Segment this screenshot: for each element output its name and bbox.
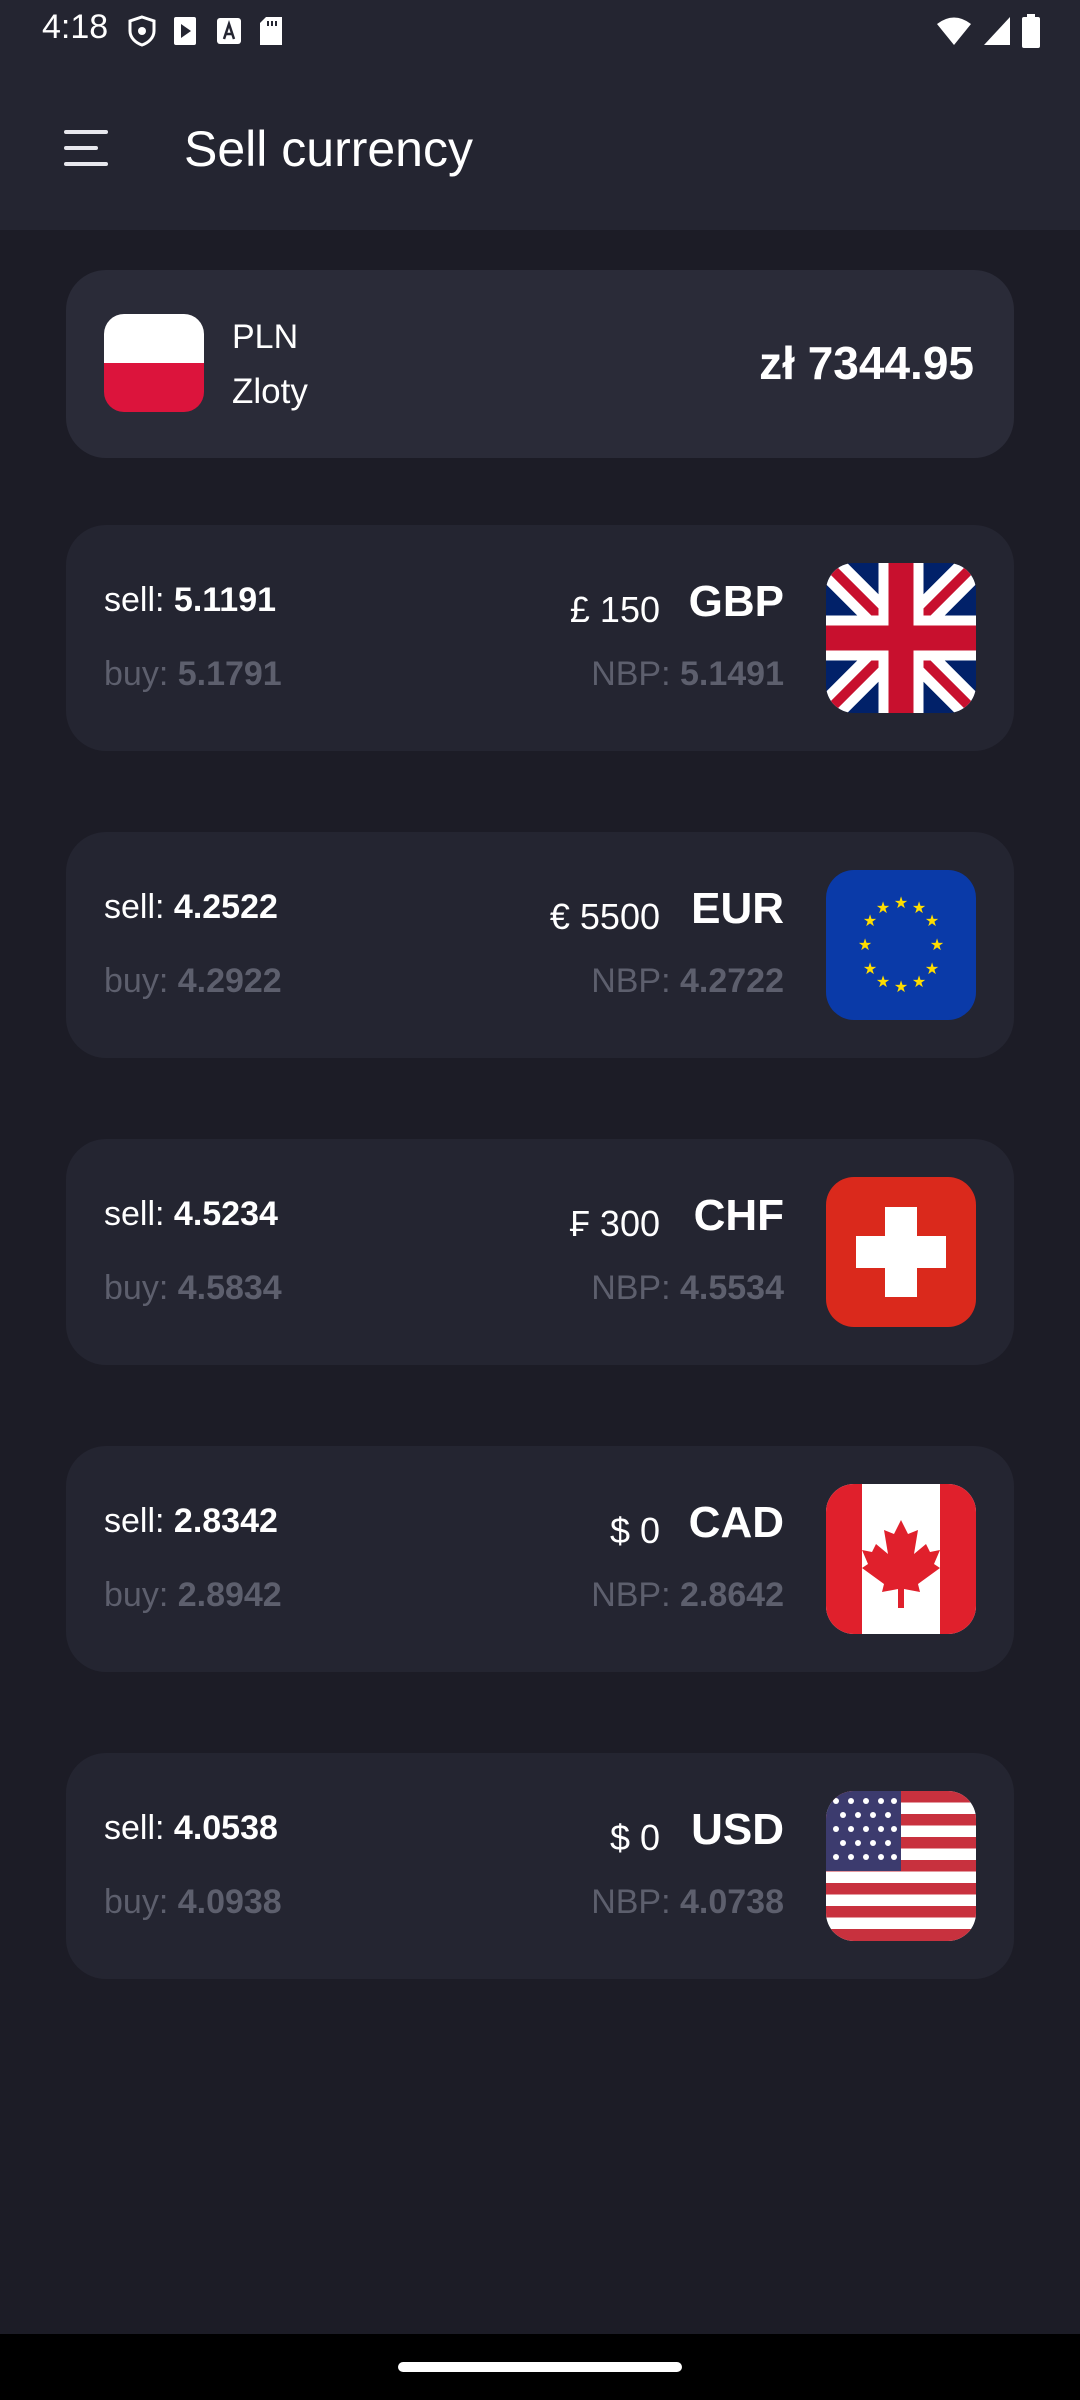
- menu-icon: [64, 130, 108, 134]
- currency-code: USD: [691, 1805, 784, 1854]
- currency-card-cad[interactable]: sell: 2.8342 buy: 2.8942 $ 0 CAD NBP: 2.…: [66, 1446, 1014, 1672]
- signal-icon: [984, 17, 1010, 45]
- currency-code: CHF: [693, 1191, 784, 1240]
- status-system-icons: [936, 14, 1040, 48]
- svg-text:★: ★: [876, 972, 890, 991]
- currency-card-chf[interactable]: sell: 4.5234 buy: 4.5834 ₣ 300 CHF NBP: …: [66, 1139, 1014, 1365]
- status-time: 4:18: [42, 8, 109, 46]
- canada-flag-icon: [826, 1484, 976, 1634]
- page-title: Sell currency: [184, 121, 473, 177]
- font-icon: [217, 18, 241, 44]
- poland-flag-icon: [104, 314, 204, 412]
- currency-amount: ₣ 300: [569, 1203, 660, 1244]
- status-bar: 4:18: [0, 0, 1080, 62]
- sell-rate: sell: 4.5234: [104, 1195, 278, 1233]
- home-gesture-handle[interactable]: [398, 2362, 682, 2372]
- eu-flag-icon: ★ ★ ★ ★ ★ ★ ★ ★ ★ ★ ★ ★: [826, 870, 976, 1020]
- sd-card-icon: [260, 17, 282, 45]
- currency-amount: £ 150: [569, 589, 660, 630]
- shield-icon: [128, 15, 156, 47]
- svg-text:★: ★: [894, 977, 908, 996]
- svg-text:★: ★: [925, 959, 939, 978]
- currency-code: CAD: [688, 1498, 784, 1547]
- svg-text:★: ★: [925, 911, 939, 930]
- buy-rate: buy: 4.0938: [104, 1883, 282, 1921]
- base-currency-amount: zł 7344.95: [759, 337, 974, 389]
- svg-text:★: ★: [876, 898, 890, 917]
- currency-amount: $ 0: [609, 1510, 660, 1551]
- currency-code: EUR: [691, 884, 784, 933]
- buy-rate: buy: 5.1791: [104, 655, 282, 693]
- usa-flag-icon: [826, 1791, 976, 1941]
- sell-rate: sell: 4.0538: [104, 1809, 278, 1847]
- svg-text:★: ★: [894, 893, 908, 912]
- base-currency-card[interactable]: PLN Zloty zł 7344.95: [66, 270, 1014, 458]
- app-bar: Sell currency: [0, 62, 1080, 230]
- buy-rate: buy: 4.5834: [104, 1269, 282, 1307]
- svg-text:★: ★: [858, 935, 872, 954]
- currency-code: GBP: [688, 577, 784, 626]
- nbp-rate: NBP: 4.5534: [591, 1269, 784, 1307]
- currency-amount: € 5500: [549, 896, 660, 937]
- nbp-rate: NBP: 4.0738: [591, 1883, 784, 1921]
- uk-flag-icon: [826, 563, 976, 713]
- sell-rate: sell: 2.8342: [104, 1502, 278, 1540]
- buy-rate: buy: 4.2922: [104, 962, 282, 1000]
- play-store-icon: [174, 17, 196, 45]
- wifi-icon: [937, 17, 971, 45]
- base-currency-name: Zloty: [232, 372, 308, 411]
- currency-card-gbp[interactable]: sell: 5.1191 buy: 5.1791 £ 150 GBP NBP: …: [66, 525, 1014, 751]
- nbp-rate: NBP: 4.2722: [591, 962, 784, 1000]
- sell-rate: sell: 4.2522: [104, 888, 278, 926]
- battery-icon: [1022, 14, 1040, 48]
- nbp-rate: NBP: 5.1491: [591, 655, 784, 693]
- base-currency-code: PLN: [232, 318, 299, 356]
- menu-button[interactable]: [64, 130, 110, 166]
- svg-text:★: ★: [912, 972, 926, 991]
- switzerland-flag-icon: [826, 1177, 976, 1327]
- svg-text:★: ★: [863, 959, 877, 978]
- currency-card-eur[interactable]: sell: 4.2522 buy: 4.2922 € 5500 EUR NBP:…: [66, 832, 1014, 1058]
- buy-rate: buy: 2.8942: [104, 1576, 282, 1614]
- svg-text:★: ★: [930, 935, 944, 954]
- sell-rate: sell: 5.1191: [104, 581, 277, 619]
- status-notification-icons: [128, 14, 284, 48]
- currency-card-usd[interactable]: sell: 4.0538 buy: 4.0938 $ 0 USD NBP: 4.…: [66, 1753, 1014, 1979]
- currency-amount: $ 0: [609, 1817, 660, 1858]
- nbp-rate: NBP: 2.8642: [591, 1576, 784, 1614]
